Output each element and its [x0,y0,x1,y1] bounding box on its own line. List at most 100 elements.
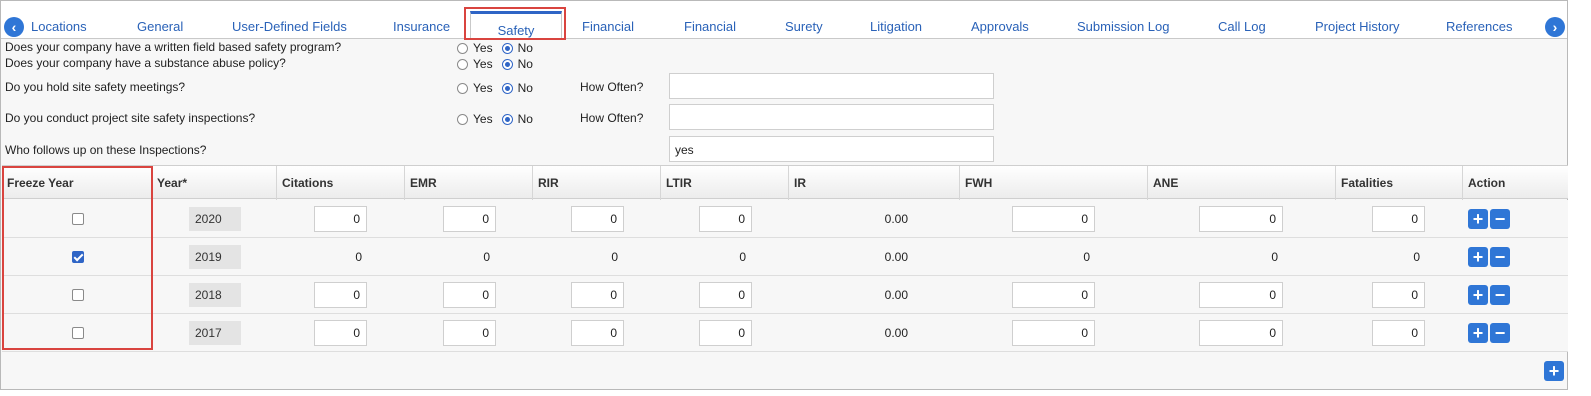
col-emr[interactable]: EMR [405,166,533,200]
col-ane[interactable]: ANE [1148,166,1336,200]
citations-input[interactable]: 0 [314,206,367,232]
tab-approvals[interactable]: Approvals [971,19,1029,34]
table-row: 2019 0 0 0 0 0.00 0 0 0 + − [2,238,1568,276]
add-row-plus-icon[interactable]: + [1544,361,1564,381]
minus-icon[interactable]: − [1490,323,1510,343]
chevron-right-icon[interactable]: › [1545,17,1565,37]
ir-value: 0.00 [884,250,908,264]
citations-value: 0 [355,250,362,264]
safety-grid-header: Freeze Year Year* Citations EMR RIR LTIR… [2,165,1568,200]
plus-icon[interactable]: + [1468,247,1488,267]
question-substance-abuse-policy: Does your company have a substance abuse… [5,56,286,70]
tab-submission-log[interactable]: Submission Log [1077,19,1170,34]
year-cell: 2020 [189,207,241,231]
emr-input[interactable]: 0 [443,320,496,346]
ltir-input[interactable]: 0 [699,282,752,308]
ane-input[interactable]: 0 [1199,320,1283,346]
fwh-value: 0 [1083,250,1090,264]
tab-insurance[interactable]: Insurance [393,19,450,34]
col-action: Action [1468,176,1506,190]
tab-litigation[interactable]: Litigation [870,19,922,34]
tab-locations[interactable]: Locations [31,19,87,34]
ane-input[interactable]: 0 [1199,206,1283,232]
chevron-left-icon[interactable]: ‹ [4,17,24,37]
fatalities-input[interactable]: 0 [1372,206,1425,232]
rir-value: 0 [611,250,618,264]
fatalities-value: 0 [1413,250,1420,264]
freeze-year-checkbox[interactable] [72,289,84,301]
question-written-safety-program: Does your company have a written field b… [5,40,342,54]
radio-group-substance-policy: Yes No [457,57,533,71]
tab-bar: ‹ Locations General User-Defined Fields … [1,1,1567,40]
freeze-year-checkbox-checked[interactable] [72,251,84,263]
radio-yes[interactable] [457,42,468,54]
freeze-year-checkbox[interactable] [72,327,84,339]
radio-yes[interactable] [457,113,468,125]
radio-group-safety-meetings: Yes No [457,81,533,95]
tab-financial-1[interactable]: Financial [582,19,634,34]
ltir-value: 0 [739,250,746,264]
tab-financial-2[interactable]: Financial [684,19,736,34]
fwh-input[interactable]: 0 [1012,320,1095,346]
radio-no-selected[interactable] [501,42,513,54]
tab-surety[interactable]: Surety [785,19,823,34]
table-row: 2020 0 0 0 0 0.00 0 0 0 + − [2,200,1568,238]
ane-value: 0 [1271,250,1278,264]
radio-yes[interactable] [457,82,468,94]
how-often-label: How Often? [580,111,644,125]
col-ir[interactable]: IR [789,166,960,200]
tab-safety[interactable]: Safety [470,11,562,40]
inspections-frequency-input[interactable] [669,104,994,130]
rir-input[interactable]: 0 [571,320,624,346]
rir-input[interactable]: 0 [571,282,624,308]
minus-icon[interactable]: − [1490,247,1510,267]
citations-input[interactable]: 0 [314,282,367,308]
fatalities-input[interactable]: 0 [1372,320,1425,346]
col-ltir[interactable]: LTIR [661,166,789,200]
ir-value: 0.00 [884,212,908,226]
table-row: 2017 0 0 0 0 0.00 0 0 0 + − [2,314,1568,352]
fwh-input[interactable]: 0 [1012,282,1095,308]
minus-icon[interactable]: − [1490,285,1510,305]
tab-references[interactable]: References [1446,19,1512,34]
ltir-input[interactable]: 0 [699,206,752,232]
plus-icon[interactable]: + [1468,323,1488,343]
radio-no-selected[interactable] [501,82,513,94]
radio-yes[interactable] [457,58,468,70]
col-year[interactable]: Year* [152,166,277,200]
radio-no-selected[interactable] [501,58,513,70]
ir-value: 0.00 [884,288,908,302]
radio-group-safety-program: Yes No [457,41,533,55]
follow-up-input[interactable]: yes [669,136,994,162]
fatalities-input[interactable]: 0 [1372,282,1425,308]
radio-no-selected[interactable] [501,113,513,125]
col-freeze-year[interactable]: Freeze Year [2,166,152,200]
fwh-input[interactable]: 0 [1012,206,1095,232]
ltir-input[interactable]: 0 [699,320,752,346]
question-site-safety-meetings: Do you hold site safety meetings? [5,80,186,94]
tab-call-log[interactable]: Call Log [1218,19,1266,34]
col-fatalities[interactable]: Fatalities [1336,166,1463,200]
emr-value: 0 [483,250,490,264]
tab-user-defined-fields[interactable]: User-Defined Fields [232,19,347,34]
meetings-frequency-input[interactable] [669,73,994,99]
emr-input[interactable]: 0 [443,282,496,308]
col-fwh[interactable]: FWH [960,166,1148,200]
table-row: 2018 0 0 0 0 0.00 0 0 0 + − [2,276,1568,314]
question-site-safety-inspections: Do you conduct project site safety inspe… [5,111,256,125]
ane-input[interactable]: 0 [1199,282,1283,308]
freeze-year-checkbox[interactable] [72,213,84,225]
rir-input[interactable]: 0 [571,206,624,232]
year-cell: 2019 [189,245,241,269]
plus-icon[interactable]: + [1468,209,1488,229]
plus-icon[interactable]: + [1468,285,1488,305]
tab-project-history[interactable]: Project History [1315,19,1400,34]
minus-icon[interactable]: − [1490,209,1510,229]
question-inspection-follow-up: Who follows up on these Inspections? [5,143,207,157]
tab-general[interactable]: General [137,19,183,34]
year-cell: 2017 [189,321,241,345]
emr-input[interactable]: 0 [443,206,496,232]
col-citations[interactable]: Citations [277,166,405,200]
citations-input[interactable]: 0 [314,320,367,346]
col-rir[interactable]: RIR [533,166,661,200]
